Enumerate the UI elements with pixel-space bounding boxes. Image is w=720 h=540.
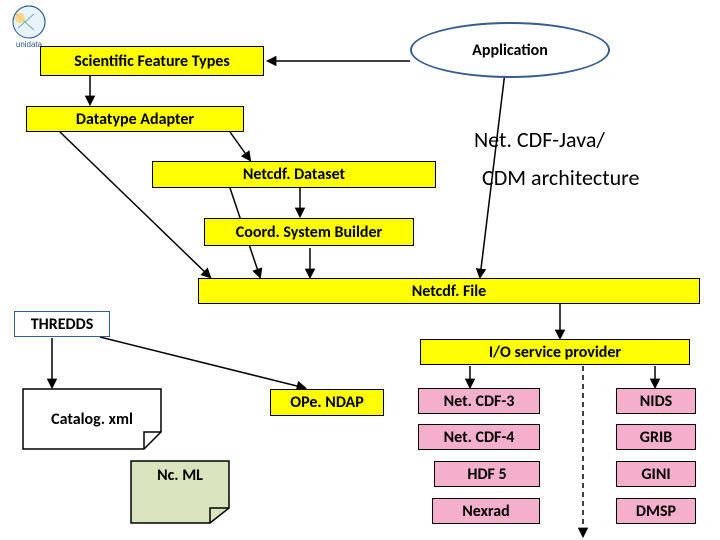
dmsp-node: DMSP: [616, 498, 696, 524]
hdf5-node: HDF 5: [434, 461, 540, 487]
hdf5-label: HDF 5: [467, 465, 506, 484]
grib-node: GRIB: [616, 424, 696, 450]
grib-label: GRIB: [640, 428, 672, 447]
title-line-1: Net. CDF-Java/: [474, 126, 605, 153]
nids-label: NIDS: [640, 392, 672, 411]
io-service-provider-node: I/O service provider: [420, 339, 690, 365]
ncml-node: Nc. ML: [130, 460, 230, 524]
scientific-feature-types-node: Scientific Feature Types: [40, 46, 264, 76]
netcdf3-label: Net. CDF-3: [444, 392, 515, 411]
arrows-layer: [0, 0, 720, 540]
nexrad-label: Nexrad: [462, 502, 510, 521]
netcdf-file-label: Netcdf. File: [412, 282, 486, 301]
netcdf4-label: Net. CDF-4: [444, 428, 515, 447]
datatype-adapter-node: Datatype Adapter: [26, 106, 244, 132]
catalog-xml-label: Catalog. xml: [51, 410, 133, 429]
thredds-label: THREDDS: [31, 315, 94, 334]
datatype-adapter-label: Datatype Adapter: [76, 110, 194, 129]
title-line-2: CDM architecture: [482, 164, 639, 191]
gini-label: GINI: [641, 465, 670, 484]
netcdf4-node: Net. CDF-4: [418, 424, 540, 450]
netcdf-dataset-node: Netcdf. Dataset: [152, 161, 436, 188]
unidata-logo: unidata: [6, 4, 52, 50]
thredds-node: THREDDS: [14, 311, 110, 337]
ncml-label: Nc. ML: [157, 466, 203, 485]
opendap-node: OPe. NDAP: [270, 389, 384, 416]
svg-text:unidata: unidata: [16, 40, 43, 49]
application-node: Application: [410, 22, 610, 78]
nids-node: NIDS: [616, 388, 696, 414]
io-service-provider-label: I/O service provider: [489, 343, 621, 362]
gini-node: GINI: [616, 461, 696, 487]
coord-system-builder-node: Coord. System Builder: [204, 218, 414, 246]
netcdf3-node: Net. CDF-3: [418, 388, 540, 414]
scientific-feature-types-label: Scientific Feature Types: [74, 52, 229, 71]
netcdf-dataset-label: Netcdf. Dataset: [243, 165, 345, 184]
application-label: Application: [472, 41, 548, 60]
coord-system-builder-label: Coord. System Builder: [236, 223, 382, 242]
netcdf-file-node: Netcdf. File: [198, 278, 700, 304]
opendap-label: OPe. NDAP: [290, 393, 363, 412]
catalog-xml-node: Catalog. xml: [22, 388, 162, 450]
nexrad-node: Nexrad: [432, 498, 540, 524]
dmsp-label: DMSP: [636, 502, 676, 521]
